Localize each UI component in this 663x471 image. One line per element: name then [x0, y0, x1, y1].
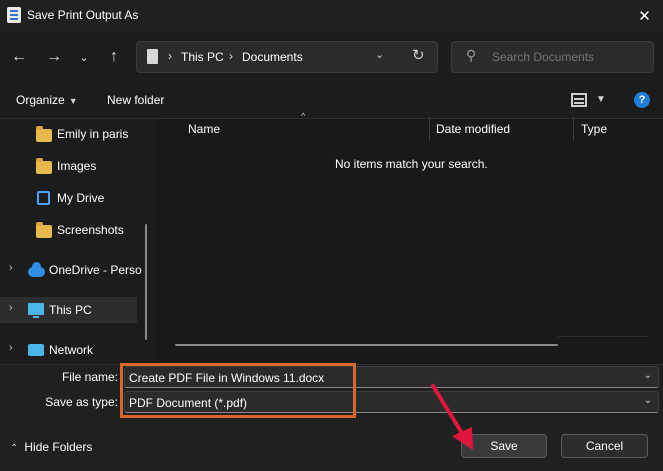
- document-icon: [147, 49, 158, 64]
- folder-icon: [36, 126, 52, 142]
- column-header-date-modified[interactable]: Date modified: [436, 122, 510, 136]
- search-input[interactable]: [492, 50, 642, 64]
- organize-button[interactable]: Organize ▼: [16, 93, 78, 107]
- column-divider[interactable]: [429, 117, 430, 141]
- view-options-icon[interactable]: [571, 93, 587, 107]
- close-icon: ✕: [638, 7, 651, 25]
- pc-icon: [28, 303, 44, 318]
- drive-icon: [37, 191, 50, 205]
- horizontal-scrollbar[interactable]: [175, 344, 558, 346]
- sidebar-scrollbar[interactable]: [145, 224, 147, 340]
- annotation-arrow: [431, 384, 473, 450]
- sidebar-item-label: Network: [49, 343, 94, 357]
- sidebar-item-onedrive[interactable]: › OneDrive - Perso: [0, 257, 142, 283]
- chevron-right-icon[interactable]: ›: [9, 302, 13, 314]
- arrow-left-icon: ←: [11, 48, 27, 65]
- onedrive-icon: [28, 262, 45, 277]
- address-bar[interactable]: › This PC › Documents ⌄ ↻: [136, 41, 438, 73]
- new-folder-button[interactable]: New folder: [107, 93, 164, 107]
- cancel-button[interactable]: Cancel: [561, 434, 648, 458]
- chevron-right-icon[interactable]: ›: [9, 342, 13, 354]
- folder-icon: [36, 158, 52, 174]
- save-as-type-label: Save as type:: [45, 395, 118, 409]
- caret-up-icon: ⌃: [10, 443, 19, 454]
- sidebar-item-label: Emily in paris: [57, 127, 129, 141]
- recent-locations-button[interactable]: ⌄: [73, 44, 95, 70]
- column-divider[interactable]: [573, 117, 574, 141]
- file-list[interactable]: [157, 119, 663, 364]
- sidebar-item-label: My Drive: [57, 191, 105, 205]
- back-button[interactable]: ←: [8, 44, 30, 70]
- hide-folders-button[interactable]: ⌃ Hide Folders: [10, 440, 92, 454]
- chevron-down-icon[interactable]: ⌄: [644, 370, 652, 381]
- sort-up-icon: ^: [301, 111, 306, 121]
- chevron-right-icon[interactable]: ›: [9, 262, 13, 274]
- chevron-down-icon: ⌄: [79, 51, 89, 64]
- breadcrumb-documents[interactable]: Documents: [242, 50, 303, 64]
- breadcrumb-this-pc[interactable]: This PC: [181, 50, 224, 64]
- search-icon: ⚲: [466, 47, 477, 63]
- sidebar-item-emily-in-paris[interactable]: Emily in paris: [0, 121, 140, 147]
- divider: [558, 336, 648, 337]
- window-title: Save Print Output As: [27, 8, 139, 22]
- file-name-label: File name:: [61, 370, 118, 384]
- sidebar-item-screenshots[interactable]: Screenshots: [0, 217, 140, 243]
- sidebar-item-label: Images: [57, 159, 97, 173]
- forward-button[interactable]: →: [43, 44, 65, 70]
- app-icon: [7, 7, 21, 23]
- up-button[interactable]: ↑: [103, 44, 125, 70]
- command-bar: [0, 83, 663, 119]
- organize-label: Organize: [16, 93, 65, 107]
- chevron-down-icon[interactable]: ⌄: [644, 395, 652, 406]
- caret-down-icon: ▼: [68, 96, 78, 106]
- sidebar-item-my-drive[interactable]: My Drive: [0, 185, 140, 211]
- arrow-right-icon: →: [46, 48, 62, 65]
- sidebar-item-label: Screenshots: [57, 223, 124, 237]
- sidebar-item-images[interactable]: Images: [0, 153, 140, 179]
- close-button[interactable]: ✕: [626, 0, 663, 31]
- address-dropdown-icon[interactable]: ⌄: [375, 48, 384, 61]
- chevron-right-icon: ›: [229, 49, 233, 63]
- help-icon[interactable]: ?: [634, 92, 650, 108]
- arrow-up-icon: ↑: [110, 48, 118, 65]
- sidebar-item-label: OneDrive - Perso: [49, 263, 142, 277]
- navigation-pane: Emily in paris Images My Drive Screensho…: [0, 119, 157, 364]
- sidebar-item-label: This PC: [49, 303, 92, 317]
- network-icon: [28, 344, 44, 356]
- refresh-icon[interactable]: ↻: [412, 46, 425, 64]
- folder-icon: [36, 222, 52, 238]
- chevron-right-icon: ›: [168, 49, 172, 63]
- sidebar-item-this-pc[interactable]: › This PC: [0, 297, 137, 323]
- column-header-type[interactable]: Type: [581, 122, 607, 136]
- sidebar-item-network[interactable]: › Network: [0, 337, 140, 363]
- empty-message: No items match your search.: [335, 157, 488, 171]
- highlight-annotation: [120, 363, 356, 418]
- caret-down-icon[interactable]: ▼: [596, 94, 606, 105]
- hide-folders-label: Hide Folders: [24, 440, 93, 454]
- search-box[interactable]: ⚲: [451, 41, 654, 73]
- column-header-name[interactable]: Name: [188, 122, 220, 136]
